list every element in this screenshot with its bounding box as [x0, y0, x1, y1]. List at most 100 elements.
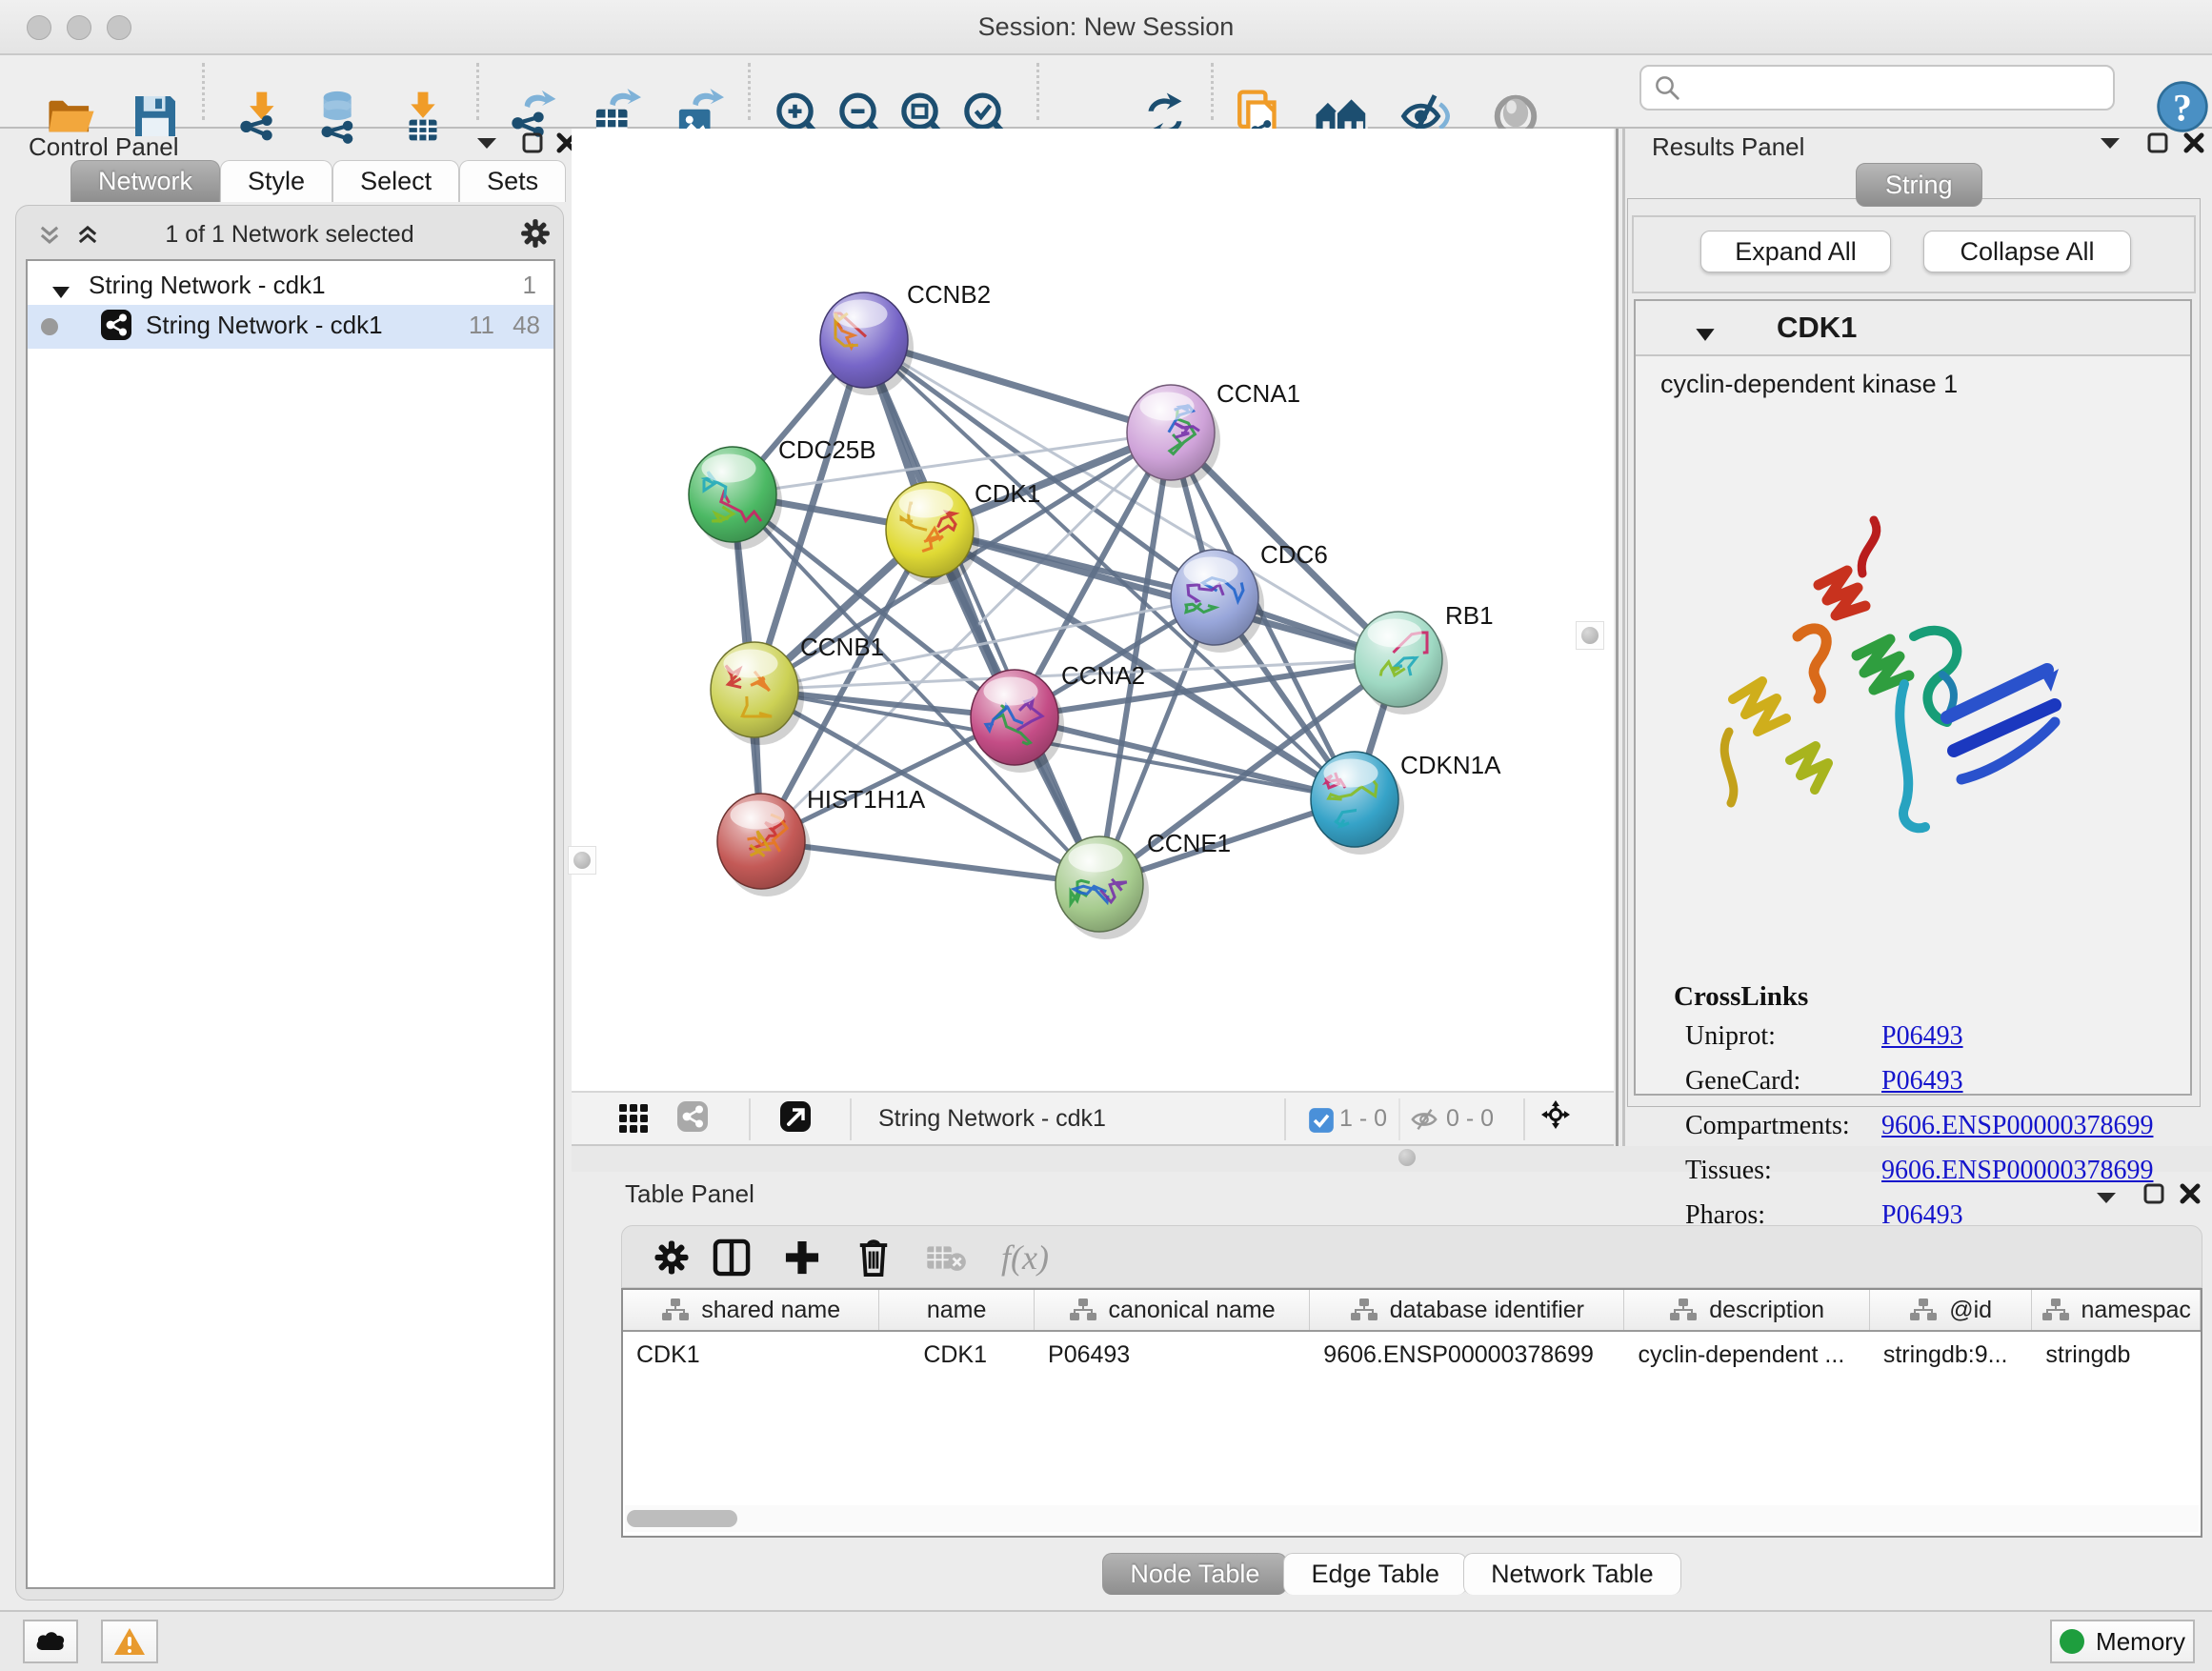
close-panel-icon[interactable] [2174, 1179, 2206, 1208]
table-panel: Table Panel [572, 1172, 2212, 1610]
column-header-label: namespac [2081, 1297, 2191, 1324]
edge-HIST1H1A-CCNE1[interactable] [761, 841, 1099, 884]
tab-node-table[interactable]: Node Table [1102, 1553, 1287, 1595]
hidden-eye-icon[interactable] [1408, 1105, 1440, 1134]
tab-select[interactable]: Select [332, 160, 459, 202]
warning-icon [113, 1627, 146, 1656]
network-collection-row[interactable]: String Network - cdk1 1 [28, 265, 553, 309]
warnings-button[interactable] [101, 1620, 158, 1663]
table-cell[interactable]: stringdb [2032, 1334, 2201, 1376]
column-type-icon [1069, 1298, 1097, 1322]
network-graph[interactable]: CCNB2CCNA1CDC25BCDK1CDC6RB1CCNB1CCNA2CDK… [572, 129, 1614, 1091]
node-CDKN1A[interactable]: CDKN1A [1311, 751, 1501, 855]
svg-text:?: ? [2173, 87, 2192, 130]
panel-menu-icon[interactable] [2090, 1183, 2122, 1212]
tab-edge-table[interactable]: Edge Table [1283, 1553, 1467, 1595]
network-canvas[interactable]: CCNB2CCNA1CDC25BCDK1CDC6RB1CCNB1CCNA2CDK… [572, 129, 1614, 1091]
tab-sets[interactable]: Sets [459, 160, 566, 202]
collection-name: String Network - cdk1 [89, 271, 326, 300]
column-header-label: name [927, 1297, 987, 1324]
memory-button[interactable]: Memory [2050, 1620, 2195, 1663]
crosslink-link[interactable]: P06493 [1881, 1021, 1963, 1052]
protein-description: cyclin-dependent kinase 1 [1660, 370, 1958, 399]
node-gloss [1139, 393, 1194, 421]
column-header-shared-name[interactable]: shared name [623, 1290, 879, 1330]
table-cell[interactable]: CDK1 [879, 1334, 1035, 1376]
collapse-card-icon[interactable] [1689, 320, 1721, 349]
column-header-canonical-name[interactable]: canonical name [1035, 1290, 1310, 1330]
network-list: String Network - cdk1 1 String Network -… [26, 259, 555, 1589]
right-splitter-grip[interactable] [1576, 621, 1604, 650]
node-RB1[interactable]: RB1 [1355, 601, 1494, 715]
add-column-icon[interactable] [782, 1238, 822, 1278]
float-panel-icon[interactable] [2142, 129, 2174, 157]
table-cell[interactable]: P06493 [1035, 1334, 1310, 1376]
node-label-CDK1: CDK1 [975, 479, 1040, 508]
network-edge-count: 48 [513, 311, 540, 340]
close-panel-icon[interactable] [2178, 129, 2210, 157]
column-header--id[interactable]: @id [1870, 1290, 2033, 1330]
panel-menu-icon[interactable] [2094, 129, 2126, 157]
cloud-button[interactable] [23, 1620, 78, 1663]
table-data-row[interactable]: CDK1CDK1P064939606.ENSP00000378699cyclin… [623, 1334, 2201, 1376]
node-CDK1[interactable]: CDK1 [886, 479, 1040, 585]
separator [850, 1098, 852, 1140]
node-gloss [730, 801, 784, 830]
pan-mode-icon[interactable] [1539, 1100, 1572, 1129]
collection-expand-icon[interactable] [45, 278, 77, 307]
delete-table-icon[interactable] [925, 1241, 967, 1274]
node-label-CDC25B: CDC25B [778, 435, 876, 464]
expand-collapse-bar: Expand All Collapse All [1632, 215, 2196, 293]
horizontal-scrollbar [625, 1505, 2199, 1532]
tab-style[interactable]: Style [220, 160, 332, 202]
panel-menu-icon[interactable] [471, 129, 503, 157]
node-gloss [701, 454, 755, 483]
column-header-description[interactable]: description [1624, 1290, 1869, 1330]
expand-all-button[interactable]: Expand All [1700, 231, 1891, 272]
tab-network[interactable]: Network [70, 160, 220, 202]
node-HIST1H1A[interactable]: HIST1H1A [717, 785, 926, 896]
protein-card-header[interactable]: CDK1 [1636, 301, 2190, 356]
table-cell[interactable]: 9606.ENSP00000378699 [1310, 1334, 1624, 1376]
toolbar-separator [1211, 63, 1214, 120]
float-panel-icon[interactable] [2138, 1179, 2170, 1208]
results-panel-splitter[interactable] [1616, 129, 1625, 1146]
network-status-dot [41, 318, 58, 335]
function-builder-icon[interactable]: f(x) [1001, 1238, 1049, 1278]
string-view-badge-icon[interactable] [676, 1102, 709, 1131]
results-panel-title: Results Panel [1652, 132, 1804, 162]
crosslink-link[interactable]: 9606.ENSP00000378699 [1881, 1111, 2153, 1141]
detach-view-icon[interactable] [779, 1102, 812, 1131]
table-settings-gear-icon[interactable] [653, 1238, 691, 1277]
network-options-gear-icon[interactable] [519, 219, 552, 248]
table-cell[interactable]: stringdb:9... [1870, 1334, 2033, 1376]
network-row-selected[interactable]: String Network - cdk1 11 48 [28, 305, 553, 349]
h-splitter-grip[interactable] [1393, 1145, 1421, 1170]
show-columns-icon[interactable] [712, 1238, 752, 1278]
node-gloss [1068, 844, 1122, 873]
node-CCNE1[interactable]: CCNE1 [1056, 829, 1231, 939]
table-cell[interactable]: CDK1 [623, 1334, 879, 1376]
birds-eye-view-icon[interactable] [617, 1104, 650, 1133]
column-header-namespac[interactable]: namespac [2032, 1290, 2201, 1330]
delete-column-icon[interactable] [855, 1237, 893, 1278]
scrollbar-thumb[interactable] [627, 1510, 737, 1527]
collapse-all-button[interactable]: Collapse All [1923, 231, 2131, 272]
network-nodes[interactable]: CCNB2CCNA1CDC25BCDK1CDC6RB1CCNB1CCNA2CDK… [689, 280, 1501, 939]
tab-network-table[interactable]: Network Table [1463, 1553, 1681, 1595]
left-splitter-grip[interactable] [568, 846, 596, 875]
network-name: String Network - cdk1 [146, 311, 383, 340]
help-button[interactable]: ? [2155, 79, 2210, 134]
column-header-database-identifier[interactable]: database identifier [1310, 1290, 1624, 1330]
float-panel-icon[interactable] [516, 129, 549, 157]
column-type-icon [661, 1298, 690, 1322]
table-cell[interactable]: cyclin-dependent ... [1624, 1334, 1869, 1376]
column-header-name[interactable]: name [879, 1290, 1035, 1330]
tab-string[interactable]: String [1856, 163, 1982, 207]
selected-checkbox-icon[interactable] [1305, 1106, 1337, 1135]
search-icon [1653, 73, 1681, 102]
search-input[interactable] [1681, 74, 2113, 101]
crosslink-row: Uniprot:P06493 [1685, 1021, 1776, 1052]
crosslink-link[interactable]: P06493 [1881, 1066, 1963, 1097]
node-gloss [1323, 759, 1377, 788]
